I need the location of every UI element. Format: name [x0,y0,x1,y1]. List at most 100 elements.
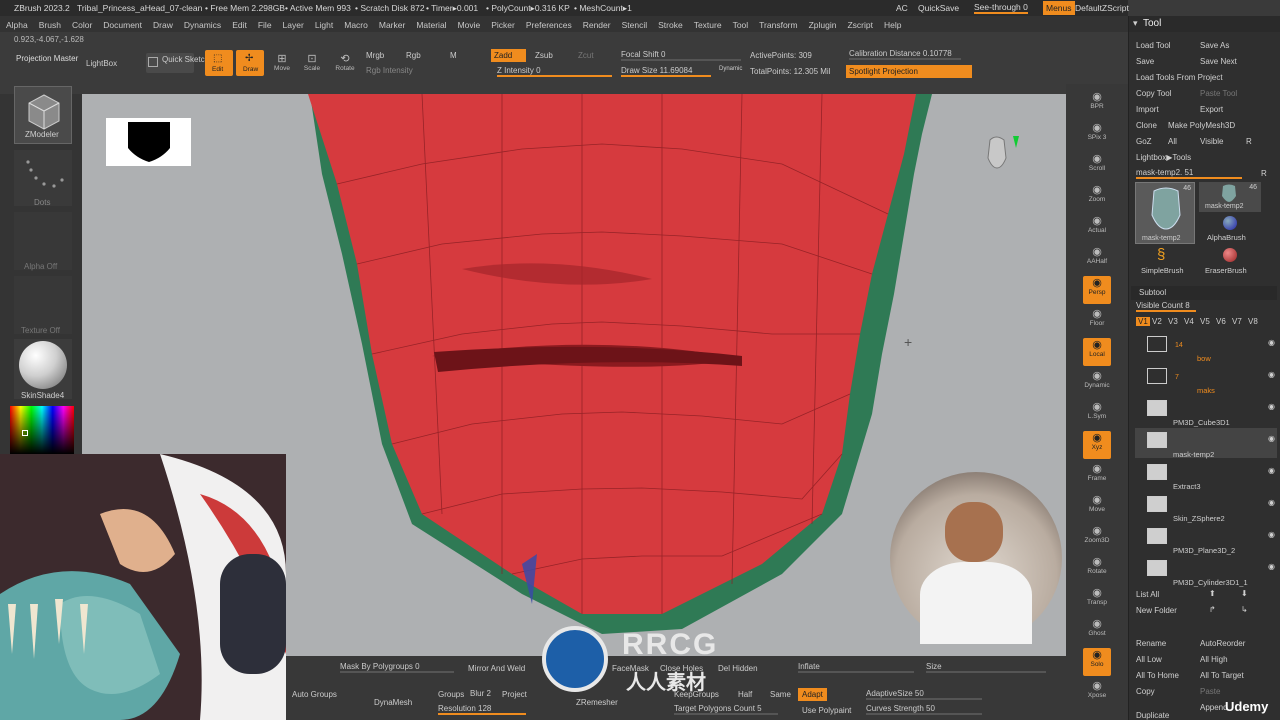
version-tab-v2[interactable]: V2 [1152,317,1162,326]
subtool-item[interactable]: mask-temp2 ◉ [1135,428,1277,459]
tool-thumb-current[interactable]: 46 mask-temp2 [1135,182,1195,244]
goz-all-button[interactable]: All [1168,137,1177,146]
spotlight-projection-button[interactable]: Spotlight Projection [846,65,972,78]
save-next-button[interactable]: Save Next [1200,57,1237,66]
menu-item-material[interactable]: Material [410,16,451,32]
spix-3-button[interactable]: ◉ SPix 3 [1083,121,1111,149]
mask-by-polygroups-slider[interactable]: Mask By Polygroups 0 [340,662,454,673]
actual-button[interactable]: ◉ Actual [1083,214,1111,242]
edit-button[interactable]: ⬚ Edit [205,50,233,76]
zoom3d-button[interactable]: ◉ Zoom3D [1083,524,1111,552]
subtool-folder[interactable]: 7 maks ◉ [1135,364,1277,395]
tool-collapse-icon[interactable]: ▾ [1133,18,1138,29]
list-all-button[interactable]: List All [1136,590,1159,599]
new-folder-button[interactable]: New Folder [1136,606,1177,615]
dynamic-button[interactable]: ◉ Dynamic [1083,369,1111,397]
menu-item-transform[interactable]: Transform [753,16,802,32]
rotate-button[interactable]: ◉ Rotate [1083,555,1111,583]
groups-button[interactable]: Groups [438,690,464,699]
move-down-arrow-icon[interactable]: ⬇ [1241,589,1248,598]
quicksave-button[interactable]: QuickSave [918,3,959,13]
visibility-eye-icon[interactable]: ◉ [1268,498,1275,507]
save-as-button[interactable]: Save As [1200,41,1229,50]
current-tool-slider[interactable]: mask-temp2. 51 [1136,168,1242,179]
scale-button[interactable]: ⊡ Scale [298,52,326,72]
subtool-item[interactable]: PM3D_Cube3D1 ◉ [1135,396,1277,427]
visibility-eye-icon[interactable]: ◉ [1268,562,1275,571]
menu-item-alpha[interactable]: Alpha [0,16,33,32]
menu-item-zscript[interactable]: Zscript [841,16,878,32]
calibration-distance[interactable]: Calibration Distance 0.10778 [849,49,961,60]
ghost-button[interactable]: ◉ Ghost [1083,617,1111,645]
adapt-button[interactable]: Adapt [798,688,827,701]
visibility-eye-icon[interactable]: ◉ [1268,434,1275,443]
half-button[interactable]: Half [738,690,752,699]
see-through-slider[interactable]: See-through 0 [974,2,1028,14]
make-polymesh-button[interactable]: Make PolyMesh3D [1168,121,1235,130]
subtool-item[interactable]: PM3D_Cylinder3D1_1 ◉ [1135,556,1277,587]
visibility-eye-icon[interactable]: ◉ [1268,370,1275,379]
color-picker[interactable] [10,406,74,454]
visibility-eye-icon[interactable]: ◉ [1268,530,1275,539]
version-tab-v7[interactable]: V7 [1232,317,1242,326]
local-button[interactable]: ◉ Local [1083,338,1111,366]
menu-item-preferences[interactable]: Preferences [520,16,577,32]
target-polygons-slider[interactable]: Target Polygons Count 5 [674,704,778,715]
zcut-button[interactable]: Zcut [578,51,594,60]
menu-item-dynamics[interactable]: Dynamics [178,16,226,32]
version-tab-v5[interactable]: V5 [1200,317,1210,326]
zremesher-button[interactable]: ZRemesher [576,698,618,707]
all-to-target-button[interactable]: All To Target [1200,671,1244,680]
version-tab-v3[interactable]: V3 [1168,317,1178,326]
draw-size-slider[interactable]: Draw Size 11.69084 [621,66,711,77]
focal-shift-slider[interactable]: Focal Shift 0 [621,50,741,61]
blur-slider[interactable]: Blur 2 [470,689,491,698]
m-button[interactable]: M [450,51,457,60]
tool-thumb-simplebrush[interactable]: § SimpleBrush [1135,246,1195,276]
z-intensity-slider[interactable]: Z Intensity 0 [497,66,612,77]
quick-sketch-button[interactable]: Quick Sketch [146,53,209,73]
menu-item-brush[interactable]: Brush [33,16,66,32]
facemask-button[interactable]: FaceMask [612,664,649,673]
menu-item-stroke[interactable]: Stroke [652,16,688,32]
lightbox-tools-button[interactable]: Lightbox▶Tools [1136,153,1191,162]
duplicate-button[interactable]: Duplicate [1136,711,1169,720]
zadd-button[interactable]: Zadd [491,49,527,62]
floor-button[interactable]: ◉ Floor [1083,307,1111,335]
autoreorder-button[interactable]: AutoReorder [1200,639,1245,648]
menu-item-macro[interactable]: Macro [338,16,373,32]
clone-button[interactable]: Clone [1136,121,1157,130]
ac-button[interactable]: AC [896,3,908,13]
version-tab-v4[interactable]: V4 [1184,317,1194,326]
menu-item-zplugin[interactable]: Zplugin [803,16,842,32]
draw-button[interactable]: ✢ Draw [236,50,264,76]
menu-item-draw[interactable]: Draw [147,16,178,32]
version-tab-v8[interactable]: V8 [1248,317,1258,326]
auto-groups-button[interactable]: Auto Groups [292,690,337,699]
all-low-button[interactable]: All Low [1136,655,1162,664]
save-button[interactable]: Save [1136,57,1154,66]
texture-slot[interactable]: Texture Off [14,276,72,335]
use-polypaint-button[interactable]: Use Polypaint [802,706,851,715]
move-button[interactable]: ⊞ Move [268,52,296,72]
mirror-and-weld-button[interactable]: Mirror And Weld [468,664,525,673]
projection-master-button[interactable]: Projection Master [16,54,78,63]
zsub-button[interactable]: Zsub [535,51,553,60]
subtool-item[interactable]: Extract3 ◉ [1135,460,1277,491]
subtool-folder[interactable]: 14 bow ◉ [1135,332,1277,363]
load-tools-from-project-button[interactable]: Load Tools From Project [1136,73,1223,82]
close-holes-button[interactable]: Close Holes [660,664,703,673]
size-slider[interactable]: Size [926,662,1046,673]
bpr-button[interactable]: ◉ BPR [1083,90,1111,118]
rgb-intensity-slider[interactable]: Rgb Intensity [366,66,413,75]
l-sym-button[interactable]: ◉ L.Sym [1083,400,1111,428]
move-up-arrow-icon[interactable]: ⬆ [1209,589,1216,598]
move-button[interactable]: ◉ Move [1083,493,1111,521]
stroke-slot[interactable]: Dots [14,150,72,207]
aahalf-button[interactable]: ◉ AAHalf [1083,245,1111,273]
material-slot[interactable]: SkinShade4 [14,339,72,400]
menu-item-file[interactable]: File [252,16,277,32]
tool-thumb-mask-temp2[interactable]: 46 mask-temp2 [1199,182,1261,212]
rotate-button[interactable]: ⟲ Rotate [331,52,359,72]
menu-item-movie[interactable]: Movie [452,16,486,32]
